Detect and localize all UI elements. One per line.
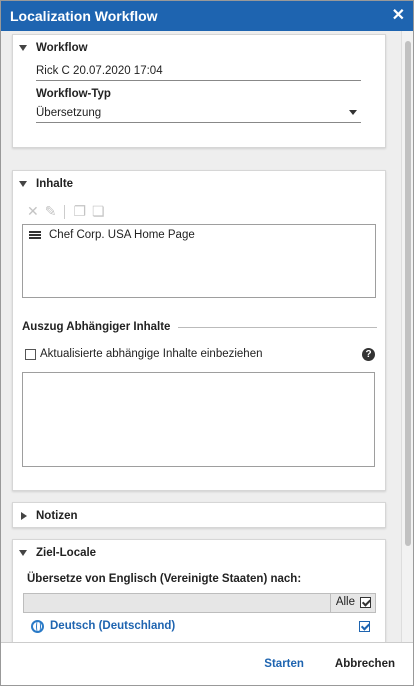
help-icon[interactable]: ? — [362, 348, 375, 361]
collapse-triangle-icon — [19, 45, 27, 51]
chevron-down-icon — [349, 110, 357, 115]
notes-panel: Notizen — [12, 502, 386, 528]
notes-panel-title: Notizen — [36, 510, 78, 522]
locale-row-de-de[interactable]: Deutsch (Deutschland) — [23, 615, 376, 637]
notes-panel-header[interactable]: Notizen — [13, 503, 385, 529]
list-item[interactable]: Chef Corp. USA Home Page — [23, 225, 375, 245]
remove-icon[interactable]: ✕ — [27, 203, 39, 220]
workflow-type-label: Workflow-Typ — [36, 88, 111, 100]
workflow-name-field[interactable]: Rick C 20.07.2020 17:04 — [36, 63, 361, 81]
locale-label[interactable]: Deutsch (Deutschland) — [50, 620, 175, 632]
contents-toolbar: ✕ ✎ ❐ ❏ — [27, 203, 105, 220]
start-button[interactable]: Starten — [264, 658, 304, 670]
target-locales-panel-title: Ziel-Locale — [36, 547, 97, 559]
dialog-title: Localization Workflow — [10, 8, 158, 24]
include-dependent-checkbox[interactable] — [25, 348, 36, 360]
paste-icon[interactable]: ❏ — [92, 203, 105, 220]
close-icon[interactable]: ✕ — [392, 8, 405, 24]
workflow-type-select[interactable]: Übersetzung — [36, 105, 361, 123]
localization-workflow-dialog: Localization Workflow ✕ Workflow Rick C … — [0, 0, 414, 686]
contents-panel-title: Inhalte — [36, 178, 74, 190]
select-all-checkbox[interactable] — [360, 596, 371, 608]
select-all-control[interactable]: Alle — [336, 596, 371, 608]
globe-icon — [31, 619, 44, 633]
dialog-titlebar: Localization Workflow ✕ — [1, 1, 413, 31]
expand-triangle-icon — [21, 512, 27, 520]
include-dependent-checkbox-row[interactable]: Aktualisierte abhängige Inhalte einbezie… — [25, 348, 263, 360]
dialog-footer: Starten Abbrechen — [1, 642, 413, 685]
workflow-type-value: Übersetzung — [36, 107, 102, 119]
workflow-panel: Workflow Rick C 20.07.2020 17:04 Workflo… — [12, 34, 386, 148]
copy-icon[interactable]: ❐ — [73, 203, 86, 220]
section-divider — [178, 326, 377, 328]
workflow-panel-header[interactable]: Workflow — [13, 35, 385, 61]
contents-panel: Inhalte ✕ ✎ ❐ ❏ Chef Corp. USA Home Page… — [12, 170, 386, 491]
dependent-contents-title: Auszug Abhängiger Inhalte — [22, 321, 171, 333]
include-dependent-label: Aktualisierte abhängige Inhalte einbezie… — [40, 348, 263, 360]
locale-checkbox[interactable] — [359, 621, 370, 632]
workflow-panel-title: Workflow — [36, 42, 88, 54]
grid-column-divider — [330, 594, 331, 612]
dependent-contents-section: Auszug Abhängiger Inhalte — [22, 321, 377, 333]
scrollbar[interactable] — [401, 31, 413, 642]
target-locales-panel-header[interactable]: Ziel-Locale — [13, 540, 385, 566]
contents-panel-header[interactable]: Inhalte — [13, 171, 385, 197]
translate-from-label: Übersetze von Englisch (Vereinigte Staat… — [27, 573, 302, 585]
cancel-button[interactable]: Abbrechen — [335, 658, 395, 670]
dependent-contents-list[interactable] — [22, 372, 375, 467]
toolbar-divider — [64, 204, 66, 219]
list-icon — [29, 230, 41, 240]
contents-list[interactable]: Chef Corp. USA Home Page — [22, 224, 376, 298]
dialog-body: Workflow Rick C 20.07.2020 17:04 Workflo… — [1, 31, 413, 642]
scrollbar-thumb[interactable] — [405, 41, 411, 546]
target-locales-panel: Ziel-Locale Übersetze von Englisch (Vere… — [12, 539, 386, 642]
select-all-label: Alle — [335, 596, 355, 608]
list-item-label: Chef Corp. USA Home Page — [49, 229, 195, 241]
collapse-triangle-icon — [19, 550, 27, 556]
locales-grid-header: Alle — [23, 593, 376, 613]
edit-icon[interactable]: ✎ — [45, 203, 57, 220]
collapse-triangle-icon — [19, 181, 27, 187]
